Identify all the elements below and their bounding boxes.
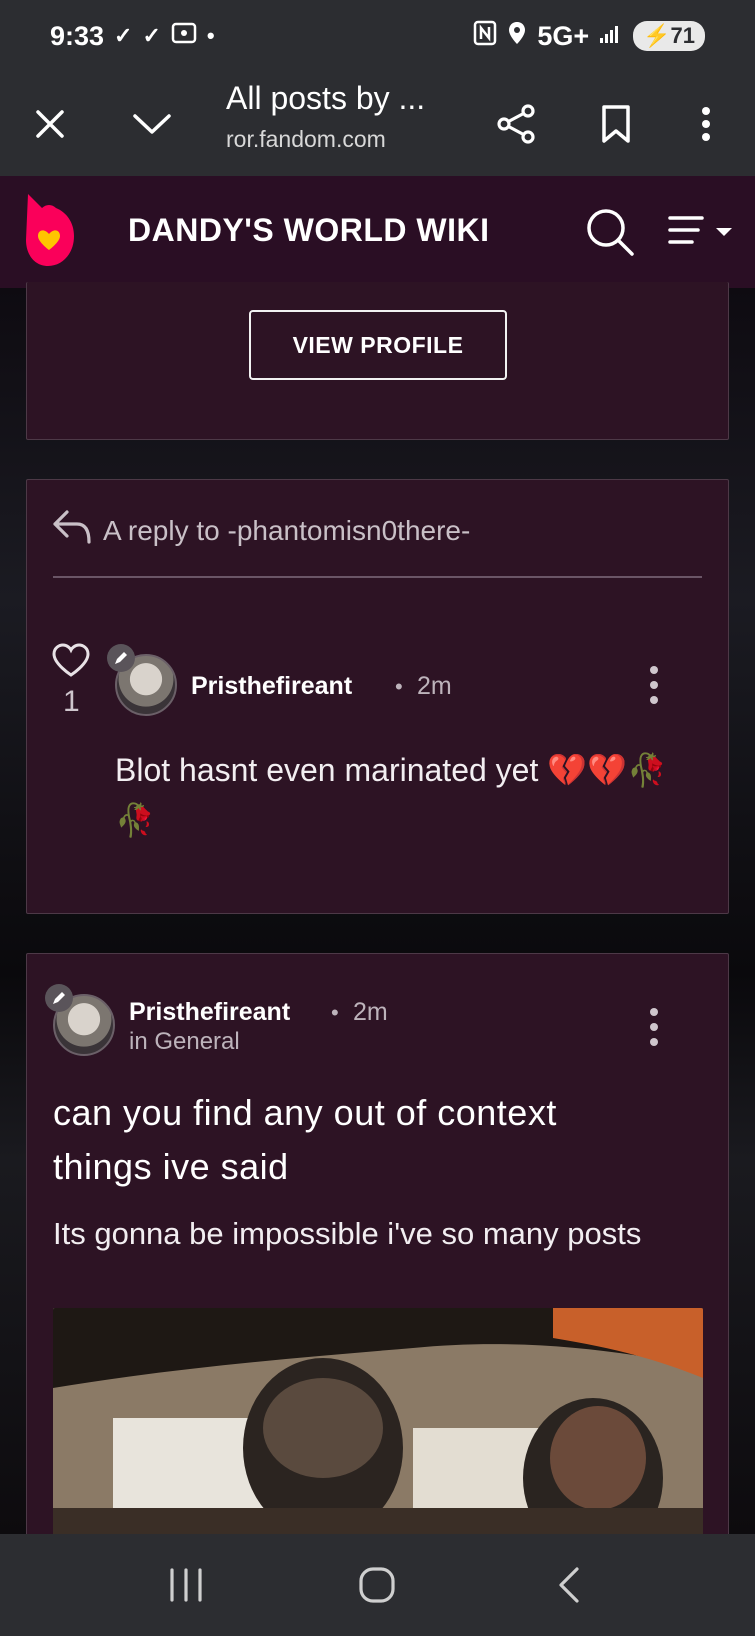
system-navigation-bar [0, 1534, 755, 1636]
post-options-icon[interactable] [639, 660, 669, 710]
signal-icon [599, 22, 623, 50]
like-count: 1 [63, 685, 80, 718]
battery-level: 71 [670, 23, 695, 48]
reply-to-text: A reply to -phantomisn0there- [103, 514, 471, 546]
home-icon[interactable] [342, 1550, 412, 1620]
status-right: 5G+ ⚡71 [473, 20, 705, 52]
browser-page-title[interactable]: All posts by ... [226, 80, 425, 117]
recent-apps-icon[interactable] [151, 1550, 221, 1620]
back-icon[interactable] [534, 1550, 604, 1620]
post-image[interactable] [53, 1308, 703, 1538]
share-icon[interactable] [486, 94, 546, 154]
like-icon[interactable] [51, 642, 91, 683]
status-left: 9:33 ✓ ✓ • [50, 21, 215, 52]
divider [53, 576, 702, 578]
browser-url[interactable]: ror.fandom.com [226, 126, 386, 153]
separator-dot: • [331, 1000, 339, 1025]
status-time: 9:33 [50, 20, 105, 51]
edit-badge-icon [45, 984, 73, 1012]
fandom-logo-icon[interactable] [22, 190, 78, 275]
more-options-icon[interactable] [676, 94, 736, 154]
reply-post-card: A reply to -phantomisn0there- 1 Pristhef… [26, 479, 729, 914]
profile-card: VIEW PROFILE [26, 282, 729, 440]
post-title[interactable]: can you find any out of context things i… [53, 1086, 653, 1194]
wiki-title[interactable]: DANDY'S WORLD WIKI [128, 212, 489, 249]
wiki-header: DANDY'S WORLD WIKI [0, 176, 755, 288]
post-username[interactable]: Pristhefireant [191, 672, 352, 701]
location-icon [507, 20, 527, 52]
post-username[interactable]: Pristhefireant [129, 998, 290, 1027]
screenshot-icon [171, 21, 197, 51]
post-category[interactable]: in General [129, 1028, 240, 1056]
reply-arrow-icon [51, 508, 93, 553]
view-profile-button[interactable]: VIEW PROFILE [249, 310, 507, 380]
post-body: Its gonna be impossible i've so many pos… [53, 1216, 642, 1251]
nfc-icon [473, 20, 497, 52]
edit-badge-icon [107, 644, 135, 672]
close-icon[interactable] [20, 94, 80, 154]
search-icon[interactable] [584, 206, 636, 263]
menu-icon[interactable] [668, 214, 738, 253]
network-label: 5G+ [537, 20, 590, 51]
battery-indicator: ⚡71 [633, 21, 705, 51]
check-icon: ✓ [142, 23, 161, 48]
reply-body: Blot hasnt even marinated yet 💔💔🥀🥀 [115, 752, 667, 838]
post-time: 2m [417, 672, 452, 700]
post-time: 2m [353, 998, 388, 1026]
status-bar: 9:33 ✓ ✓ • 5G+ ⚡71 [0, 0, 755, 72]
post-options-icon[interactable] [639, 1002, 669, 1052]
main-post-card: Pristhefireant • 2m in General can you f… [26, 953, 729, 1553]
browser-toolbar: All posts by ... ror.fandom.com [0, 72, 755, 176]
separator-dot: • [395, 674, 403, 699]
bookmark-icon[interactable] [586, 94, 646, 154]
check-icon: ✓ [114, 23, 133, 48]
chevron-down-icon[interactable] [122, 94, 182, 154]
notification-dot-icon: • [206, 23, 215, 48]
reply-to-link[interactable]: A reply to -phantomisn0there- [51, 508, 470, 553]
